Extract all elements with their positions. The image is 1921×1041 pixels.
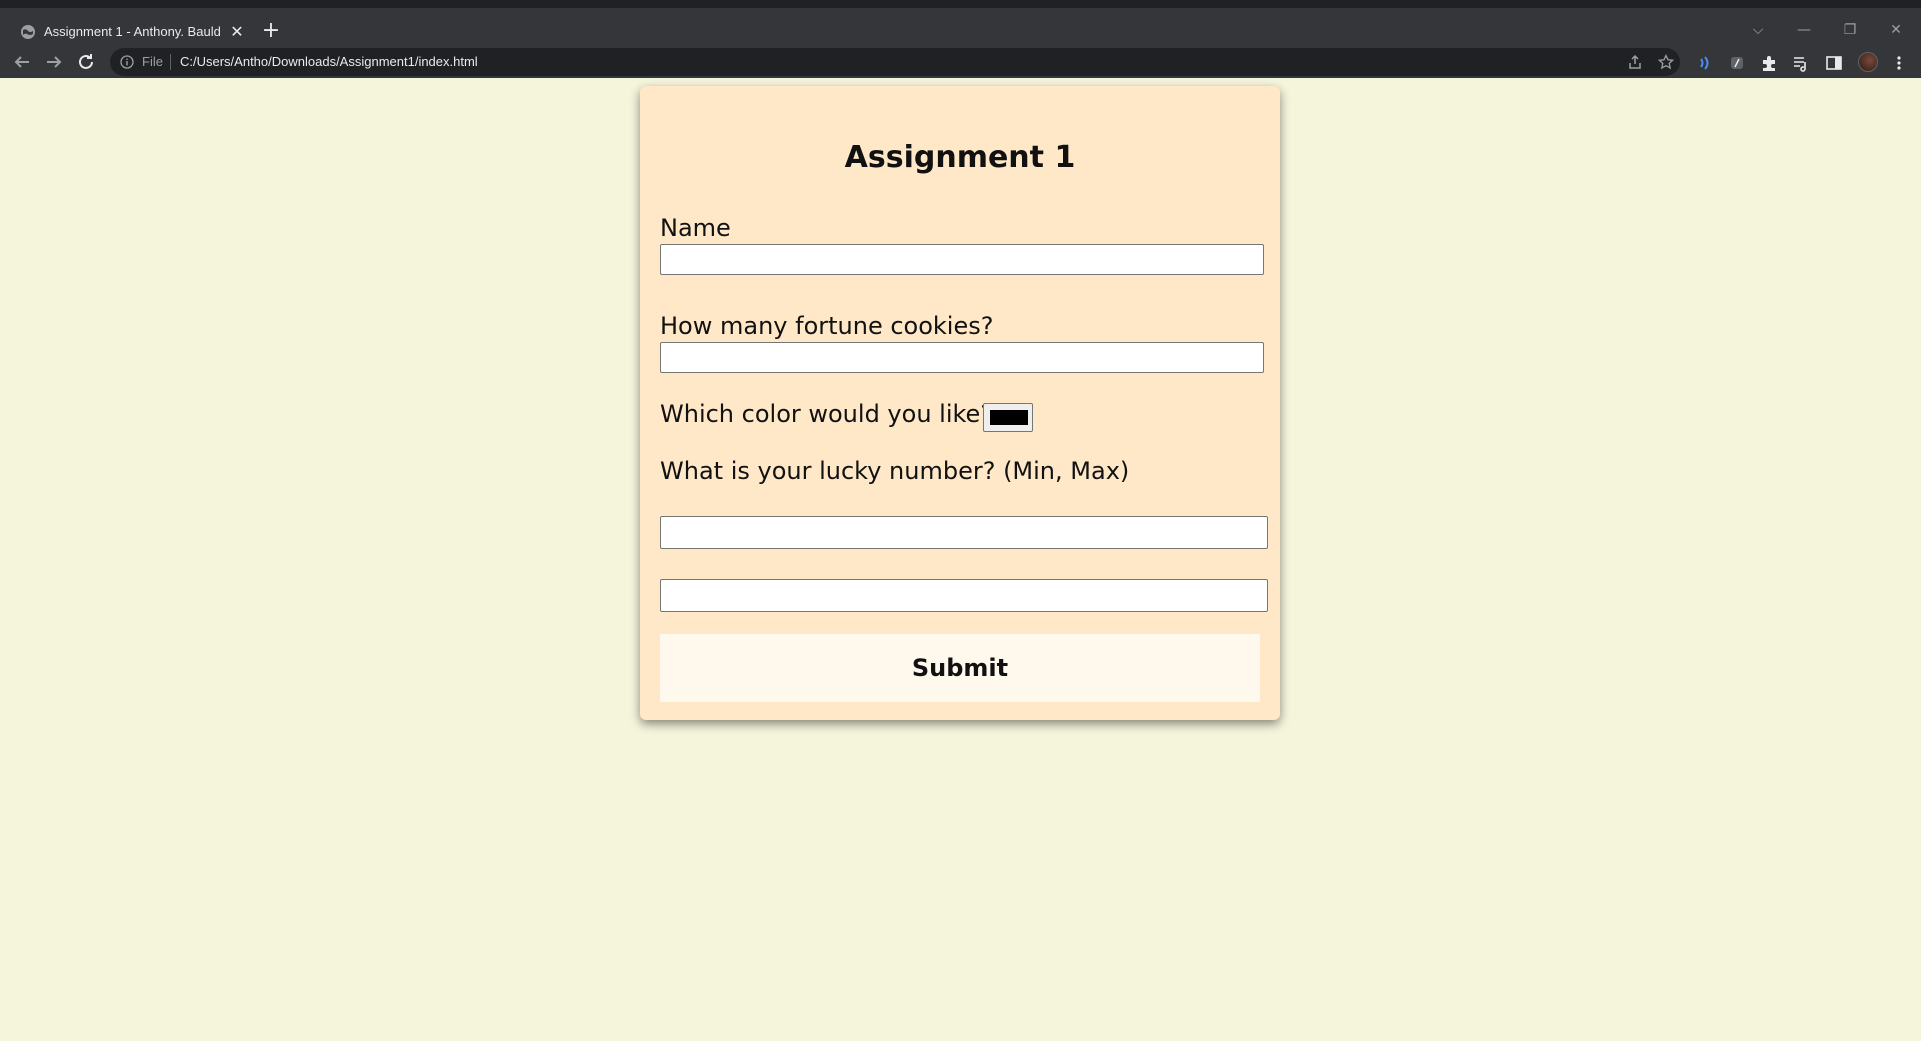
info-icon[interactable] [120, 55, 134, 69]
back-arrow-icon[interactable] [10, 50, 34, 74]
assignment-form-card: Assignment 1 Name How many fortune cooki… [640, 86, 1280, 720]
new-tab-button[interactable]: + [260, 20, 282, 43]
tab-close-icon[interactable]: ✕ [228, 23, 246, 41]
tab-title: Assignment 1 - Anthony. Bauld [44, 24, 221, 39]
puzzle-extensions-icon[interactable] [1760, 54, 1778, 72]
share-icon[interactable] [1627, 54, 1643, 70]
lucky-number-label: What is your lucky number? (Min, Max) [660, 457, 1130, 485]
globe-icon [21, 25, 35, 39]
reload-icon[interactable] [74, 50, 98, 74]
cookies-input[interactable] [660, 342, 1264, 373]
name-label: Name [660, 214, 731, 242]
read-aloud-extension-icon[interactable] [1696, 54, 1714, 72]
restore-button[interactable]: ❐ [1838, 20, 1862, 40]
submit-button[interactable]: Submit [660, 634, 1260, 702]
color-picker-swatch [990, 410, 1028, 425]
minimize-button[interactable]: — [1792, 20, 1816, 40]
tab-strip: Assignment 1 - Anthony. Bauld ✕ + ⌵ — ❐ … [0, 8, 1921, 48]
close-window-button[interactable]: ✕ [1884, 20, 1908, 40]
lucky-min-input[interactable] [660, 516, 1268, 549]
scheme-label: File [142, 54, 163, 69]
scheme-separator [170, 54, 171, 70]
forward-arrow-icon[interactable] [42, 50, 66, 74]
profile-avatar[interactable] [1858, 52, 1878, 72]
name-input[interactable] [660, 244, 1264, 275]
browser-tab[interactable]: Assignment 1 - Anthony. Bauld ✕ [8, 16, 250, 48]
url-text[interactable]: C:/Users/Antho/Downloads/Assignment1/ind… [180, 54, 478, 69]
side-panel-icon[interactable] [1825, 54, 1843, 72]
page-title: Assignment 1 [844, 140, 1076, 175]
more-menu-icon[interactable] [1890, 54, 1908, 72]
cookies-label: How many fortune cookies? [660, 312, 994, 340]
tab-search-icon[interactable]: ⌵ [1746, 20, 1770, 40]
media-queue-icon[interactable] [1792, 54, 1810, 72]
extension-icon[interactable] [1728, 54, 1746, 72]
star-icon[interactable] [1657, 53, 1675, 70]
browser-toolbar: File C:/Users/Antho/Downloads/Assignment… [0, 46, 1921, 78]
lucky-max-input[interactable] [660, 579, 1268, 612]
color-picker[interactable] [983, 403, 1033, 432]
address-bar[interactable]: File C:/Users/Antho/Downloads/Assignment… [110, 48, 1680, 76]
color-label: Which color would you like? [660, 400, 994, 428]
